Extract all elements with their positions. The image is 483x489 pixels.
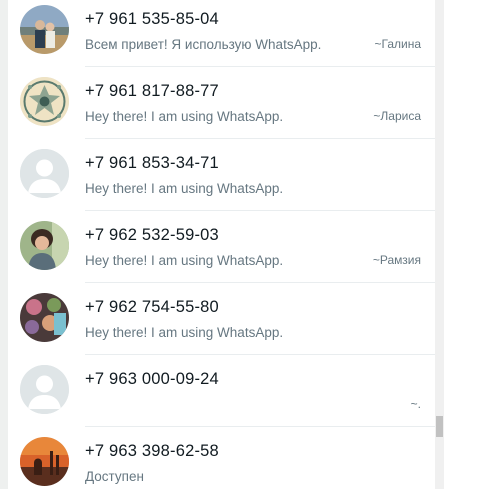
contact-pushname: ~. — [410, 397, 421, 411]
contact-info: +7 961 853-34-71 Hey there! I am using W… — [85, 138, 435, 211]
contact-row[interactable]: +7 962 754-55-80 Hey there! I am using W… — [8, 282, 435, 355]
contact-avatar[interactable] — [20, 149, 69, 198]
contact-phone: +7 962 532-59-03 — [85, 226, 219, 244]
background-right — [444, 0, 483, 489]
contact-info: +7 961 535-85-04 Всем привет! Я использу… — [85, 0, 435, 67]
contact-phone: +7 962 754-55-80 — [85, 298, 219, 316]
contact-row[interactable]: +7 963 398-62-58 Доступен — [8, 426, 435, 489]
avatar-photo-icon — [20, 5, 69, 54]
avatar-photo-icon — [20, 437, 69, 486]
default-avatar-icon — [20, 149, 69, 198]
contact-phone: +7 963 000-09-24 — [85, 370, 219, 388]
contact-phone: +7 961 535-85-04 — [85, 10, 219, 28]
contact-pushname: ~Рамзия — [372, 253, 421, 267]
scrollbar-thumb[interactable] — [436, 416, 443, 437]
contact-status: Всем привет! Я использую WhatsApp. — [85, 37, 322, 52]
scrollbar-track[interactable] — [435, 0, 444, 489]
contact-row[interactable]: +7 961 535-85-04 Всем привет! Я использу… — [8, 0, 435, 67]
contact-avatar[interactable] — [20, 293, 69, 342]
contact-avatar[interactable] — [20, 365, 69, 414]
contact-pushname: ~Галина — [374, 37, 421, 51]
default-avatar-icon — [20, 365, 69, 414]
contact-info: +7 963 000-09-24 ~. — [85, 354, 435, 427]
contact-phone: +7 961 817-88-77 — [85, 82, 219, 100]
contact-avatar[interactable] — [20, 5, 69, 54]
avatar-photo-icon — [20, 293, 69, 342]
contact-info: +7 961 817-88-77 Hey there! I am using W… — [85, 66, 435, 139]
contact-list: +7 961 535-85-04 Всем привет! Я использу… — [8, 0, 435, 489]
avatar-photo-icon — [20, 221, 69, 270]
contact-info: +7 963 398-62-58 Доступен — [85, 426, 435, 489]
background-panel — [0, 0, 8, 489]
contact-info: +7 962 532-59-03 Hey there! I am using W… — [85, 210, 435, 283]
contact-list-panel: +7 961 535-85-04 Всем привет! Я использу… — [8, 0, 435, 489]
contact-row[interactable]: +7 961 817-88-77 Hey there! I am using W… — [8, 66, 435, 139]
contact-avatar[interactable] — [20, 221, 69, 270]
contact-row[interactable]: +7 963 000-09-24 ~. — [8, 354, 435, 427]
contact-row[interactable]: +7 962 532-59-03 Hey there! I am using W… — [8, 210, 435, 283]
contact-pushname: ~Лариса — [373, 109, 421, 123]
contact-status: Hey there! I am using WhatsApp. — [85, 325, 284, 340]
contact-avatar[interactable] — [20, 77, 69, 126]
contact-row[interactable]: +7 961 853-34-71 Hey there! I am using W… — [8, 138, 435, 211]
contact-status: Доступен — [85, 469, 144, 484]
contact-phone: +7 963 398-62-58 — [85, 442, 219, 460]
avatar-photo-icon — [20, 77, 69, 126]
contact-info: +7 962 754-55-80 Hey there! I am using W… — [85, 282, 435, 355]
contact-avatar[interactable] — [20, 437, 69, 486]
contact-status: Hey there! I am using WhatsApp. — [85, 109, 284, 124]
contact-phone: +7 961 853-34-71 — [85, 154, 219, 172]
contact-status: Hey there! I am using WhatsApp. — [85, 181, 284, 196]
contact-status: Hey there! I am using WhatsApp. — [85, 253, 284, 268]
